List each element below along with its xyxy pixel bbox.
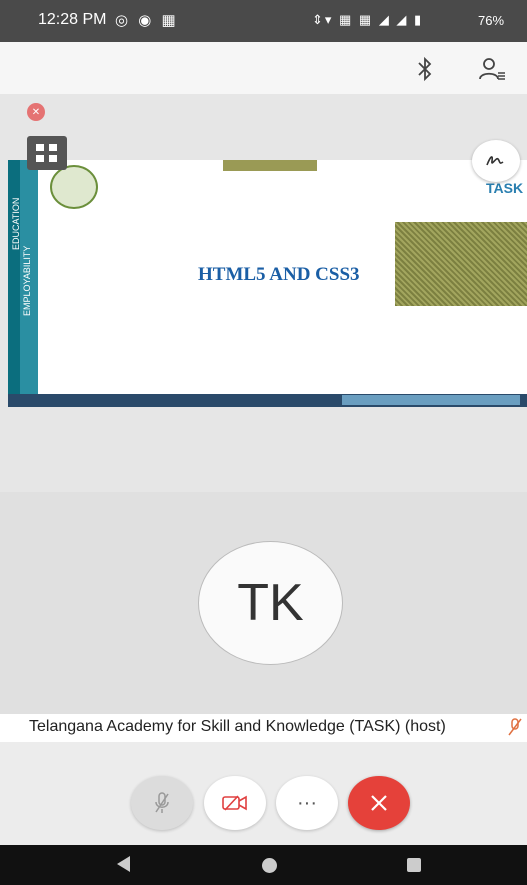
slide-side-band: [8, 160, 20, 398]
top-toolbar: [0, 42, 527, 94]
task-logo: TASK: [486, 180, 524, 196]
grid-layout-icon[interactable]: [27, 136, 67, 170]
nav-recents-button[interactable]: [407, 858, 421, 872]
end-call-button[interactable]: [348, 776, 410, 830]
participant-name: Telangana Academy for Skill and Knowledg…: [29, 718, 446, 735]
participant-avatar: TK: [198, 541, 343, 665]
bluetooth-icon[interactable]: [411, 55, 439, 83]
participants-icon[interactable]: [478, 55, 506, 83]
status-signal-icons: ⇕▾ ▦ ▦ ◢ ◢ ▮: [312, 12, 424, 27]
side-label-employability: EMPLOYABILITY: [22, 245, 32, 316]
shared-taskbar-tray: [342, 395, 520, 405]
slide-decor-strip: [223, 160, 317, 171]
slide-title: HTML5 AND CSS3: [198, 264, 360, 285]
nav-home-button[interactable]: [262, 858, 277, 873]
video-toggle-button[interactable]: [204, 776, 266, 830]
slide-pattern-box: [395, 222, 527, 306]
side-label-education: EDUCATION: [11, 197, 21, 250]
participant-mic-off-icon: [508, 717, 522, 742]
nav-back-button[interactable]: [117, 856, 130, 872]
mic-muted-indicator: ✕: [27, 103, 45, 121]
annotate-icon[interactable]: [472, 140, 520, 182]
status-time: 12:28 PM: [38, 11, 107, 28]
status-app-icons: ◎ ◉ ▦: [115, 12, 179, 29]
mute-button[interactable]: [131, 776, 193, 830]
more-options-button[interactable]: ···: [276, 776, 338, 830]
state-emblem-logo: [50, 165, 98, 209]
battery-level: 76%: [478, 13, 505, 28]
